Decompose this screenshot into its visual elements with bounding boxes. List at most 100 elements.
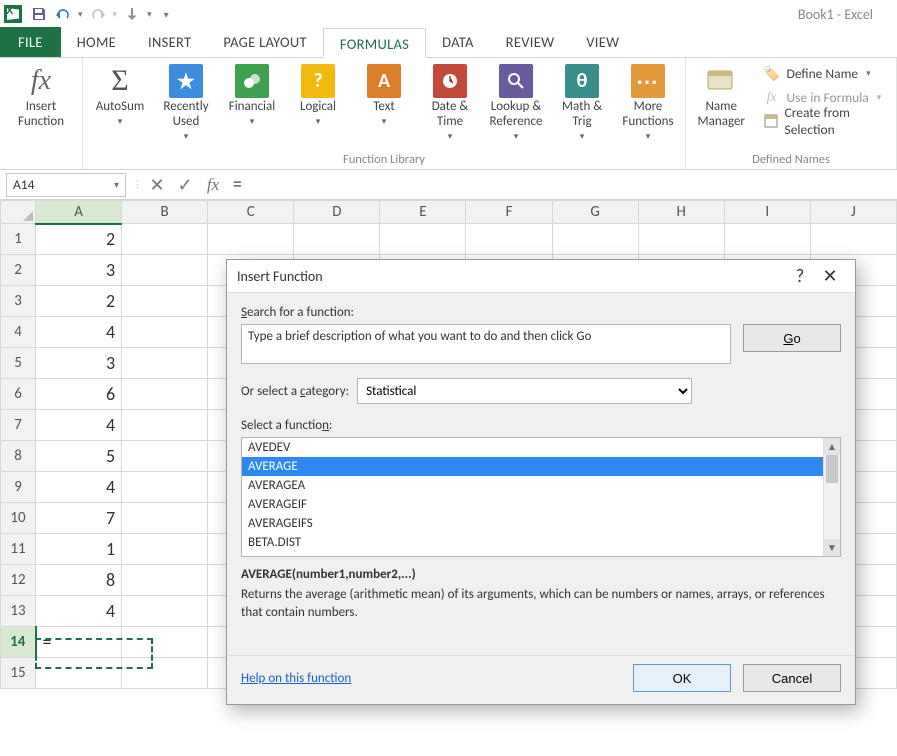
scroll-up-icon[interactable]: ▲ <box>824 438 840 455</box>
scroll-down-icon[interactable]: ▼ <box>824 539 840 556</box>
row-header[interactable]: 9 <box>1 472 36 503</box>
row-header[interactable]: 15 <box>1 658 36 689</box>
cell[interactable] <box>810 224 896 255</box>
cell[interactable]: 5 <box>36 441 122 472</box>
col-header-B[interactable]: B <box>122 201 208 224</box>
row-header[interactable]: 5 <box>1 348 36 379</box>
row-header[interactable]: 2 <box>1 255 36 286</box>
cell[interactable] <box>466 224 552 255</box>
name-box[interactable]: A14 ▾ <box>6 173 126 197</box>
cell[interactable] <box>122 379 208 410</box>
tab-insert[interactable]: INSERT <box>132 27 207 57</box>
cell[interactable] <box>122 348 208 379</box>
cell[interactable] <box>122 224 208 255</box>
chevron-down-icon[interactable]: ▾ <box>114 178 119 191</box>
recent-button[interactable]: ★Recently Used▾ <box>157 62 215 141</box>
function-list-item[interactable]: AVERAGEIF <box>242 495 840 514</box>
search-function-input[interactable]: Type a brief description of what you wan… <box>241 324 731 364</box>
cell[interactable] <box>380 224 466 255</box>
col-header-J[interactable]: J <box>810 201 896 224</box>
col-header-A[interactable]: A <box>36 201 122 224</box>
save-icon[interactable] <box>28 3 50 25</box>
tab-review[interactable]: REVIEW <box>490 27 571 57</box>
cell[interactable] <box>36 658 122 689</box>
lookup-button[interactable]: Lookup & Reference▾ <box>487 62 545 141</box>
function-list-item[interactable]: BETA.INV <box>242 552 840 557</box>
function-list-item[interactable]: AVERAGEA <box>242 476 840 495</box>
tab-formulas[interactable]: FORMULAS <box>323 28 426 58</box>
col-header-H[interactable]: H <box>638 201 724 224</box>
logical-button[interactable]: ?Logical▾ <box>289 62 347 126</box>
row-header[interactable]: 4 <box>1 317 36 348</box>
row-header[interactable]: 6 <box>1 379 36 410</box>
cell[interactable]: 4 <box>36 410 122 441</box>
qat-customize-icon[interactable]: ▾ <box>162 8 171 21</box>
create-from-selection-button[interactable]: Create from Selection <box>763 110 888 132</box>
touch-mode-icon[interactable] <box>121 3 143 25</box>
cell[interactable]: 4 <box>36 317 122 348</box>
ok-button[interactable]: OK <box>633 664 731 692</box>
col-header-D[interactable]: D <box>294 201 380 224</box>
cell[interactable] <box>208 224 294 255</box>
cell[interactable] <box>122 503 208 534</box>
cell[interactable]: 6 <box>36 379 122 410</box>
cell[interactable]: = <box>36 627 122 658</box>
row-header[interactable]: 11 <box>1 534 36 565</box>
tab-data[interactable]: DATA <box>426 27 490 57</box>
cell[interactable]: 3 <box>36 255 122 286</box>
col-header-G[interactable]: G <box>552 201 638 224</box>
row-header[interactable]: 8 <box>1 441 36 472</box>
row-header[interactable]: 3 <box>1 286 36 317</box>
select-all-corner[interactable] <box>1 201 36 224</box>
insert-function-button[interactable]: fx Insert Function <box>8 62 74 130</box>
cell[interactable]: 4 <box>36 472 122 503</box>
row-header[interactable]: 14 <box>1 627 36 658</box>
cell[interactable]: 2 <box>36 286 122 317</box>
cell[interactable] <box>724 224 810 255</box>
touch-dropdown-icon[interactable]: ▾ <box>145 9 154 20</box>
cell[interactable] <box>552 224 638 255</box>
function-list[interactable]: AVEDEVAVERAGEAVERAGEAAVERAGEIFAVERAGEIFS… <box>241 437 841 557</box>
use-in-formula-button[interactable]: fx Use in Formula ▾ <box>763 86 888 108</box>
mathtrig-button[interactable]: θMath & Trig▾ <box>553 62 611 141</box>
scroll-thumb[interactable] <box>826 455 838 483</box>
cell[interactable] <box>294 224 380 255</box>
function-list-item[interactable]: BETA.DIST <box>242 533 840 552</box>
cell[interactable] <box>122 255 208 286</box>
redo-dropdown-icon[interactable]: ▾ <box>111 9 120 20</box>
cell[interactable] <box>122 658 208 689</box>
row-header[interactable]: 13 <box>1 596 36 627</box>
function-list-item[interactable]: AVERAGEIFS <box>242 514 840 533</box>
redo-icon[interactable] <box>87 3 109 25</box>
scrollbar[interactable]: ▲ ▼ <box>823 438 840 556</box>
fx-icon[interactable]: fx <box>199 171 227 199</box>
col-header-F[interactable]: F <box>466 201 552 224</box>
cell[interactable] <box>122 534 208 565</box>
financial-button[interactable]: Financial▾ <box>223 62 281 126</box>
cell[interactable]: 7 <box>36 503 122 534</box>
datetime-button[interactable]: Date & Time▾ <box>421 62 479 141</box>
cell[interactable] <box>122 441 208 472</box>
undo-dropdown-icon[interactable]: ▾ <box>76 9 85 20</box>
cell[interactable] <box>122 410 208 441</box>
cell[interactable]: 4 <box>36 596 122 627</box>
cell[interactable] <box>122 286 208 317</box>
tab-file[interactable]: FILE <box>0 27 61 57</box>
formula-input[interactable] <box>227 173 897 197</box>
cancel-button[interactable]: Cancel <box>743 664 841 692</box>
close-icon[interactable]: ✕ <box>815 265 845 287</box>
cell[interactable]: 8 <box>36 565 122 596</box>
enter-formula-icon[interactable]: ✓ <box>171 171 199 199</box>
text-button[interactable]: AText▾ <box>355 62 413 126</box>
cell[interactable] <box>122 472 208 503</box>
cell[interactable] <box>638 224 724 255</box>
cell[interactable]: 2 <box>36 224 122 255</box>
help-link[interactable]: Help on this function <box>241 671 351 686</box>
row-header[interactable]: 12 <box>1 565 36 596</box>
autosum-button[interactable]: ΣAutoSum▾ <box>91 62 149 126</box>
function-list-item[interactable]: AVERAGE <box>242 457 840 476</box>
tab-page-layout[interactable]: PAGE LAYOUT <box>207 27 323 57</box>
more-button[interactable]: ⋯More Functions▾ <box>619 62 677 141</box>
row-header[interactable]: 1 <box>1 224 36 255</box>
row-header[interactable]: 10 <box>1 503 36 534</box>
